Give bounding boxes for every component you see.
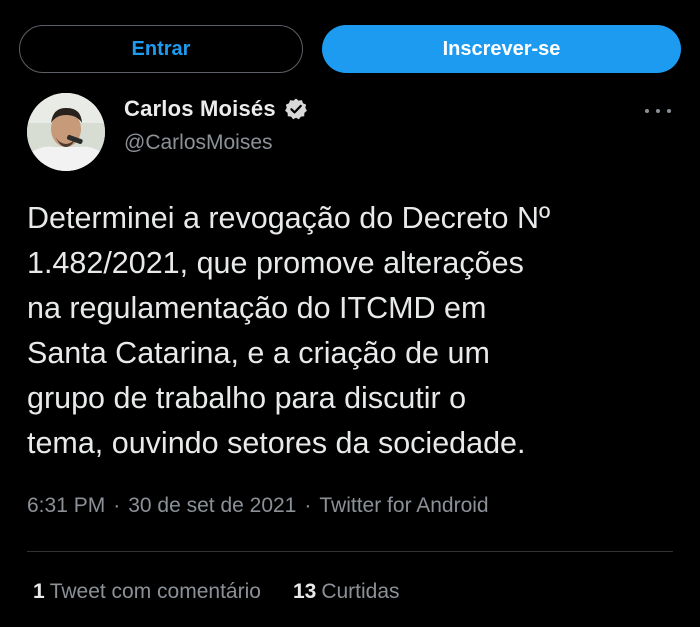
tweet-stats: 1 Tweet com comentário 13 Curtidas (33, 580, 400, 604)
tweet-time[interactable]: 6:31 PM (27, 494, 105, 518)
tweet-date[interactable]: 30 de set de 2021 (128, 494, 296, 518)
likes-stat[interactable]: 13 Curtidas (293, 580, 400, 604)
tweet-metadata: 6:31 PM · 30 de set de 2021 · Twitter fo… (27, 494, 489, 518)
signup-button[interactable]: Inscrever-se (322, 25, 681, 73)
author-display-name[interactable]: Carlos Moisés (124, 96, 276, 122)
metadata-separator: · (113, 494, 121, 517)
avatar[interactable] (27, 93, 105, 171)
quote-tweets-stat[interactable]: 1 Tweet com comentário (33, 580, 261, 604)
author-handle[interactable]: @CarlosMoises (124, 131, 273, 155)
author-name-row[interactable]: Carlos Moisés (124, 96, 308, 122)
likes-label: Curtidas (321, 580, 400, 603)
likes-count: 13 (292, 580, 317, 603)
tweet-source[interactable]: Twitter for Android (319, 494, 488, 518)
metadata-separator: · (304, 494, 312, 517)
divider (27, 551, 673, 552)
login-button[interactable]: Entrar (19, 25, 303, 73)
verified-badge-icon (284, 97, 308, 121)
quote-tweets-count: 1 (33, 580, 45, 603)
avatar-photo (27, 93, 105, 171)
top-bar: Entrar Inscrever-se (0, 0, 700, 90)
more-horizontal-icon[interactable] (645, 102, 671, 120)
tweet-text: Determinei a revogação do Decreto Nº 1.4… (27, 201, 551, 460)
quote-tweets-label: Tweet com comentário (49, 580, 261, 603)
